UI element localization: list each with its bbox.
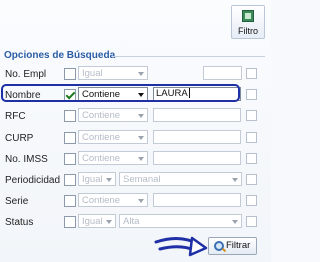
row-end-checkbox[interactable] xyxy=(246,68,257,79)
row-enable-checkbox[interactable] xyxy=(64,110,76,122)
row-enable-checkbox[interactable] xyxy=(64,174,76,186)
row-label: No. Empl xyxy=(5,69,47,80)
status-select[interactable]: Alta xyxy=(119,214,242,228)
row-label: RFC xyxy=(5,111,26,122)
row-enable-checkbox[interactable] xyxy=(64,216,76,228)
periodicidad-select[interactable]: Semanal xyxy=(119,172,242,186)
row-enable-checkbox[interactable] xyxy=(64,195,76,207)
nombre-row-highlight xyxy=(1,84,240,102)
chevron-down-icon xyxy=(232,220,238,224)
value-input[interactable] xyxy=(153,193,241,207)
row-end-checkbox[interactable] xyxy=(246,195,257,206)
row-label: Serie xyxy=(5,196,29,207)
operator-select[interactable]: Igual xyxy=(78,214,116,228)
chevron-down-icon xyxy=(232,178,238,182)
value-input[interactable] xyxy=(203,66,242,80)
row-label: No. IMSS xyxy=(5,154,48,165)
chevron-down-icon xyxy=(138,72,144,76)
row-label: Periodicidad xyxy=(5,175,61,186)
filtrar-button[interactable]: Filtrar xyxy=(208,237,257,255)
row-no-empl: No. Empl Igual xyxy=(0,65,271,83)
row-label: CURP xyxy=(5,133,34,144)
row-serie: Serie Contiene xyxy=(0,192,271,210)
operator-select[interactable]: Contiene xyxy=(78,193,148,207)
row-enable-checkbox[interactable] xyxy=(64,68,76,80)
operator-select[interactable]: Contiene xyxy=(78,108,148,122)
filtro-label: Filtro xyxy=(238,26,258,36)
chevron-down-icon xyxy=(106,178,112,182)
row-end-checkbox[interactable] xyxy=(246,110,257,121)
operator-select[interactable]: Contiene xyxy=(78,151,148,165)
chevron-down-icon xyxy=(138,157,144,161)
filtrar-label: Filtrar xyxy=(226,240,251,251)
row-end-checkbox[interactable] xyxy=(246,174,257,185)
section-divider xyxy=(113,56,265,57)
chevron-down-icon xyxy=(138,136,144,140)
operator-select[interactable]: Igual xyxy=(78,66,148,80)
row-label: Status xyxy=(5,217,34,228)
chevron-down-icon xyxy=(138,114,144,118)
chevron-down-icon xyxy=(106,220,112,224)
row-end-checkbox[interactable] xyxy=(246,132,257,143)
filter-icon xyxy=(242,10,254,22)
row-end-checkbox[interactable] xyxy=(246,89,257,100)
operator-select[interactable]: Igual xyxy=(78,172,116,186)
section-legend: Opciones de Búsqueda xyxy=(4,50,116,61)
row-rfc: RFC Contiene xyxy=(0,107,271,125)
filtro-toolbar-button[interactable]: Filtro xyxy=(231,5,265,39)
value-input[interactable] xyxy=(153,151,241,165)
row-no-imss: No. IMSS Contiene xyxy=(0,150,271,168)
pointer-arrow-icon xyxy=(154,236,208,257)
operator-select[interactable]: Contiene xyxy=(78,130,148,144)
row-end-checkbox[interactable] xyxy=(246,216,257,227)
value-input[interactable] xyxy=(153,130,241,144)
row-enable-checkbox[interactable] xyxy=(64,153,76,165)
chevron-down-icon xyxy=(138,199,144,203)
value-input[interactable] xyxy=(153,108,241,122)
search-icon xyxy=(214,241,224,251)
row-end-checkbox[interactable] xyxy=(246,153,257,164)
row-enable-checkbox[interactable] xyxy=(64,132,76,144)
row-status: Status Igual Alta xyxy=(0,213,271,231)
row-periodicidad: Periodicidad Igual Semanal xyxy=(0,171,271,189)
row-curp: CURP Contiene xyxy=(0,129,271,147)
search-panel: Filtro Opciones de Búsqueda No. Empl Igu… xyxy=(0,0,271,262)
